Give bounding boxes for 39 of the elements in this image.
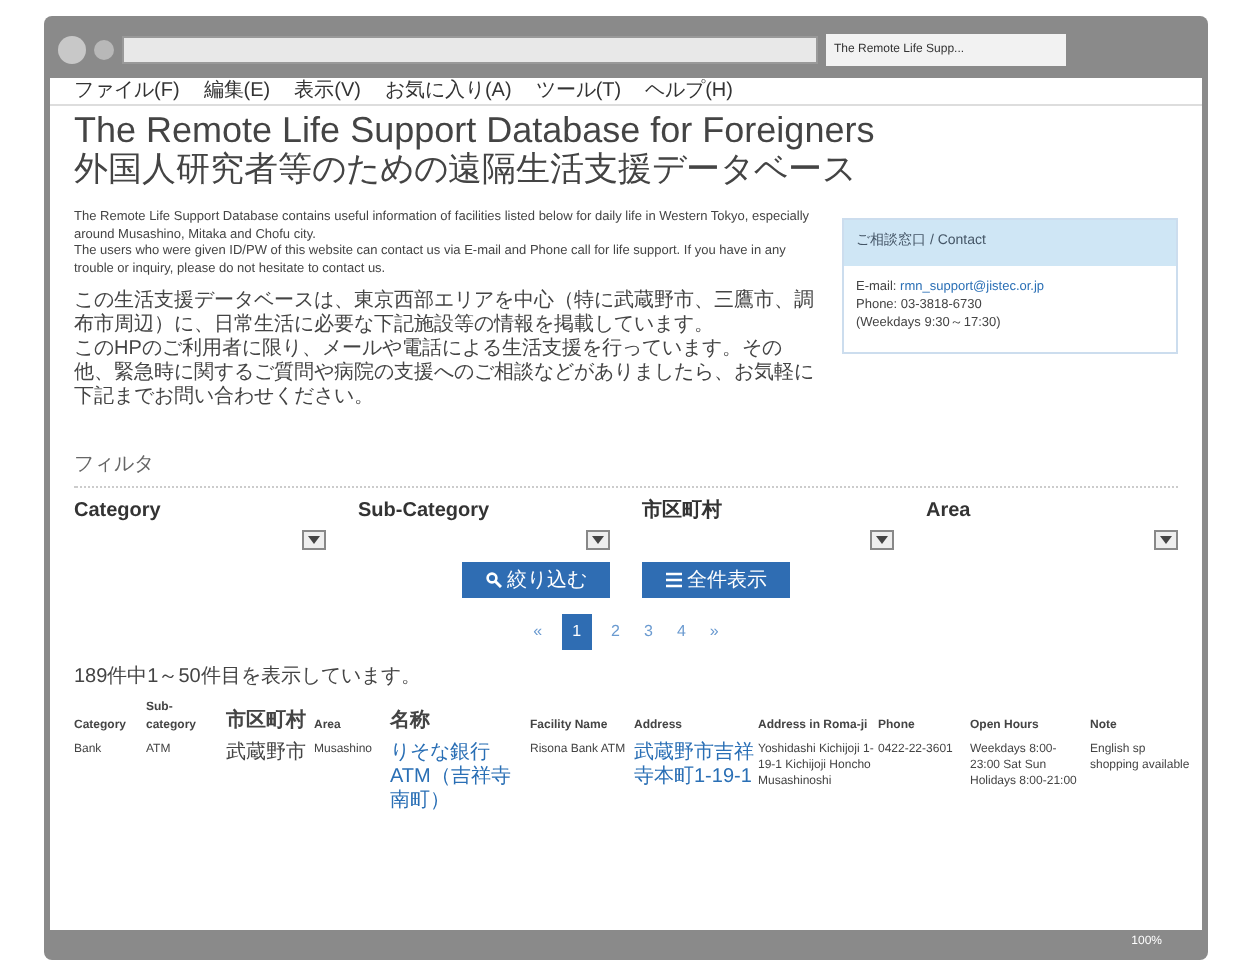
filter-button[interactable]: 全件表示 <box>642 562 790 598</box>
dropdown[interactable] <box>302 530 326 550</box>
caret-icon <box>308 536 320 544</box>
menu-item[interactable]: ファイル(F) <box>74 79 180 103</box>
dropdown[interactable] <box>586 530 610 550</box>
field-label: Area <box>926 500 973 524</box>
field-label: 市区町村 <box>642 500 724 524</box>
menu-item[interactable]: お気に入り(A) <box>384 79 512 103</box>
page-link[interactable]: « <box>529 614 547 650</box>
page-link[interactable]: 1 <box>562 614 592 650</box>
dropdown[interactable] <box>870 530 894 550</box>
menu-item[interactable]: ヘルプ(H) <box>645 79 733 103</box>
search-icon <box>485 572 501 588</box>
caret-icon <box>876 536 888 544</box>
dropdown[interactable] <box>1154 530 1178 550</box>
page-link[interactable]: » <box>705 614 723 650</box>
table-link[interactable]: 武蔵野市吉祥寺本町1-19-1 <box>634 742 754 790</box>
table-link[interactable]: りそな銀行 ATM（吉祥寺南町） <box>390 742 526 814</box>
field-label: Sub-Category <box>358 500 492 524</box>
page-link[interactable]: 4 <box>672 614 690 650</box>
page-subtitle: 外国人研究者等のための遠隔生活支援データベース <box>74 150 858 190</box>
page-link[interactable]: 3 <box>640 614 657 650</box>
intro-paragraph: このHPのご利用者に限り、メールや電話による生活支援を行っています。その他、緊急時に関するご質問や病院の支援へのご相談などがありましたら、お気軽に下記までお問い合わせください。 <box>74 338 816 410</box>
column-header: 市区町村 <box>226 700 314 742</box>
column-header: 名称 <box>390 700 530 742</box>
page-title: The Remote Life Support Database for Foreigners <box>74 110 877 150</box>
filter-button[interactable]: 絞り込む <box>462 562 610 598</box>
table-cell-text: 武蔵野市 <box>226 742 308 766</box>
result-count: 189件中1～50件目を表示しています。 <box>74 663 423 692</box>
caret-icon <box>592 536 604 544</box>
menu-item[interactable]: ツール(T) <box>535 79 622 103</box>
filter-heading: フィルタ <box>74 450 1178 488</box>
menu-item[interactable]: 編集(E) <box>203 79 271 103</box>
field-label: Category <box>74 500 163 524</box>
menu-item[interactable]: 表示(V) <box>294 79 361 103</box>
page-link[interactable]: 2 <box>607 614 624 650</box>
caret-icon <box>1160 536 1172 544</box>
list-icon <box>665 572 681 588</box>
intro-paragraph: この生活支援データベースは、東京西部エリアを中心（特に武蔵野市、三鷹市、調布市周辺）に、日常生活に必要な下記施設等の情報を掲載しています。 <box>74 290 816 337</box>
